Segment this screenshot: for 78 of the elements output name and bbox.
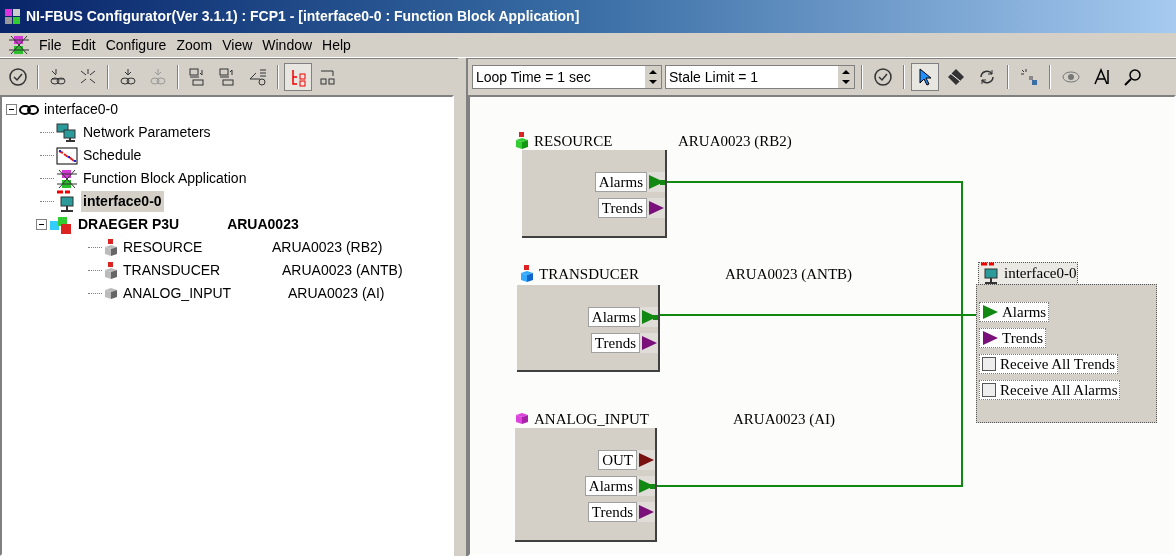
interface-block[interactable]: Alarms Trends Receive All Trends Receive All Alarms <box>976 284 1157 423</box>
port-arrow-icon <box>647 172 665 192</box>
menu-item[interactable]: Edit <box>66 34 101 56</box>
computers-icon <box>56 122 78 143</box>
spinner-icon[interactable] <box>645 66 661 88</box>
tree-item[interactable]: interface0-0 <box>81 191 164 212</box>
port-label: Trends <box>587 502 637 522</box>
port-label: Trends <box>1001 328 1045 348</box>
spinner-icon[interactable] <box>838 66 854 88</box>
cube-icon <box>104 261 118 280</box>
blocks-icon <box>8 35 30 55</box>
interface-block-header[interactable]: interface0-0 <box>978 262 1079 285</box>
port-label: Alarms <box>1001 302 1048 322</box>
port-label: Alarms <box>594 172 647 192</box>
tree-item-tag: ARUA0023 (AI) <box>288 283 385 304</box>
collapse-toggle[interactable] <box>6 104 17 115</box>
cube-icon <box>515 132 529 151</box>
tree-item-tag: ARUA0023 (ANTB) <box>282 260 403 281</box>
block-name: RESOURCE <box>534 132 613 151</box>
cube-icon <box>520 265 534 284</box>
chain-icon <box>19 103 39 116</box>
loop-time-field[interactable]: Loop Time = 1 sec <box>472 65 662 89</box>
block-tag: ARUA0023 (RB2) <box>678 130 792 153</box>
menu-item[interactable]: File <box>34 34 67 56</box>
pointer-icon[interactable] <box>911 63 939 91</box>
port-arrow-icon <box>980 303 1000 321</box>
tree-item[interactable]: Schedule <box>81 145 144 166</box>
function-block[interactable]: OUT Alarms Trends <box>515 428 657 542</box>
interface-title: interface0-0 <box>1004 264 1077 284</box>
tree-layout-icon[interactable] <box>284 63 312 91</box>
block-name: TRANSDUCER <box>539 265 639 284</box>
menu-item[interactable]: Configure <box>100 34 172 56</box>
port-arrow-icon <box>637 476 655 496</box>
checkbox[interactable] <box>982 357 996 371</box>
menu-item[interactable]: Help <box>317 34 356 56</box>
cube-icon <box>104 287 118 300</box>
function-block[interactable]: Alarms Trends <box>517 285 660 372</box>
tree-item-tag: ARUA0023 <box>227 214 299 235</box>
block-tag: ARUA0023 (ANTB) <box>725 263 853 286</box>
port-label: Receive All Alarms <box>999 380 1119 400</box>
port-label: Receive All Trends <box>999 354 1116 374</box>
function-block[interactable]: Alarms Trends <box>522 150 667 238</box>
checkbox[interactable] <box>982 383 996 397</box>
block-tag: ARUA0023 (AI) <box>733 408 836 431</box>
menu-item[interactable]: Window <box>257 34 318 56</box>
schedule-icon <box>56 146 78 165</box>
minus-icon <box>8 106 15 113</box>
stale-limit-field[interactable]: Stale Limit = 1 <box>665 65 855 89</box>
cube-icon <box>104 238 118 257</box>
tree-item[interactable]: Function Block Application <box>81 168 249 189</box>
port-arrow-icon <box>640 307 658 327</box>
tree-item[interactable]: DRAEGER P3U <box>76 214 182 235</box>
tree-item[interactable]: ANALOG_INPUT <box>121 283 234 304</box>
app-icon <box>4 7 22 26</box>
port-label: Alarms <box>584 476 637 496</box>
tree-item[interactable]: RESOURCE <box>121 237 205 258</box>
cubes-icon <box>49 214 73 235</box>
menu-item[interactable]: View <box>217 34 258 56</box>
port-arrow-icon <box>647 198 665 218</box>
block-name: ANALOG_INPUT <box>534 410 649 429</box>
collapse-toggle[interactable] <box>36 219 47 230</box>
port-arrow-icon <box>640 333 658 353</box>
tree-item-tag: ARUA0023 (RB2) <box>272 237 383 258</box>
port-arrow-icon <box>637 450 655 470</box>
port-label: Trends <box>597 198 647 218</box>
window-title: NI-FBUS Configurator(Ver 3.1.1) : FCP1 - [interface0-0 : Function Block Application] <box>26 7 580 26</box>
menu-item[interactable]: Zoom <box>171 34 218 56</box>
tree-item[interactable]: TRANSDUCER <box>121 260 223 281</box>
port-label: OUT <box>598 450 637 470</box>
port-arrow-icon <box>637 502 655 522</box>
port-arrow-icon <box>980 329 1000 347</box>
minus-icon <box>38 221 45 228</box>
port-label: Alarms <box>587 307 640 327</box>
blocks-icon <box>56 168 78 189</box>
tree-item[interactable]: Network Parameters <box>81 122 213 143</box>
tree-item[interactable]: interface0-0 <box>42 99 120 120</box>
port-label: Trends <box>590 333 640 353</box>
cube-icon <box>515 413 529 426</box>
